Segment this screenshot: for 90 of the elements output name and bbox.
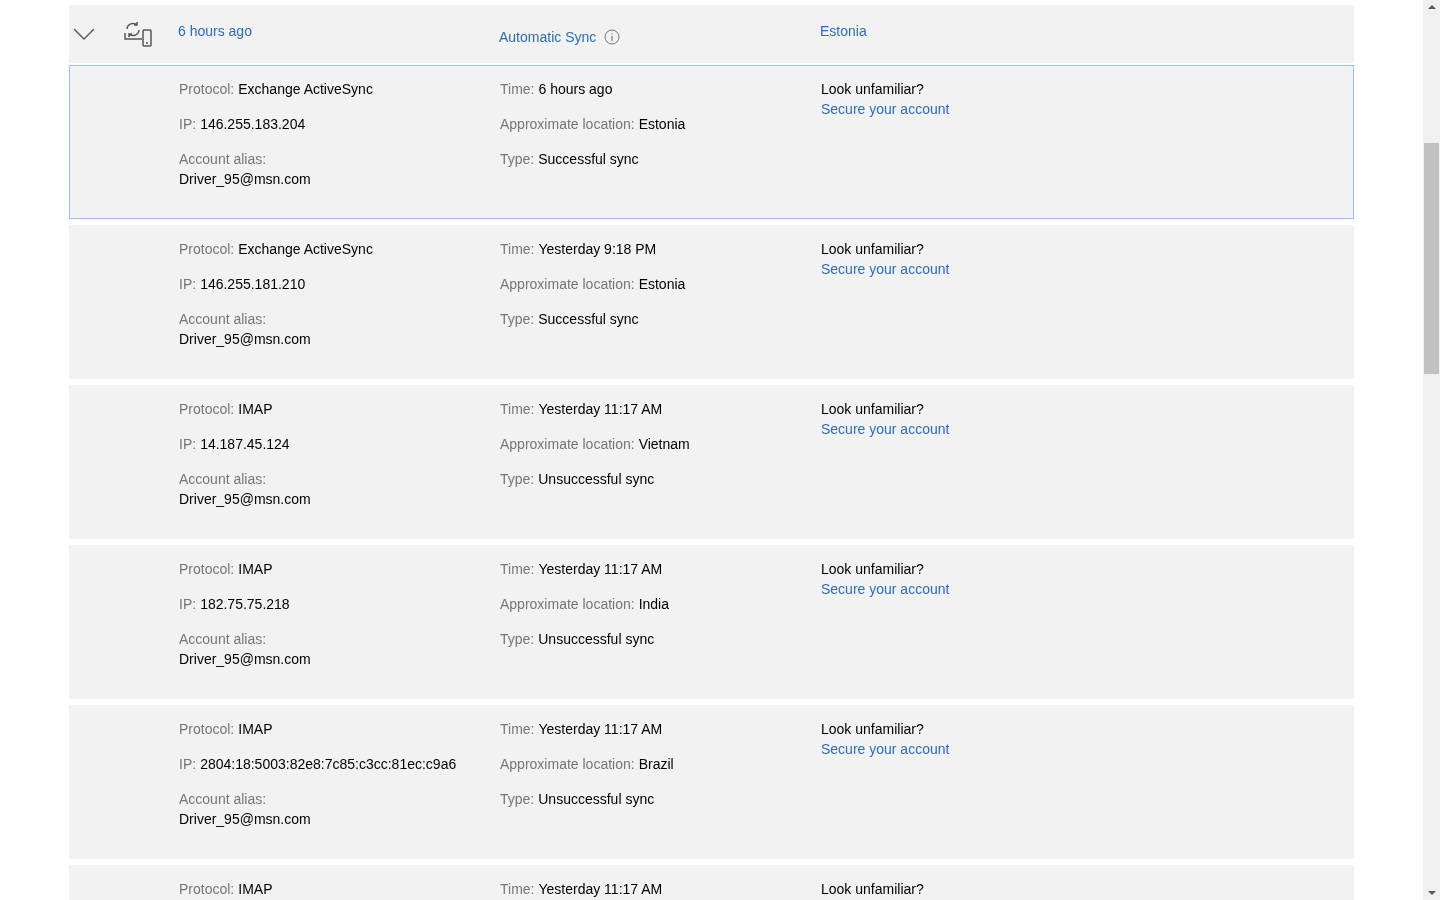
chevron-icon[interactable]	[73, 28, 95, 40]
scrollbar[interactable]	[1423, 0, 1440, 900]
field-value: 182.75.75.218	[200, 595, 290, 614]
field-label: IP:	[179, 755, 197, 774]
field-label: IP:	[179, 115, 197, 134]
field-value: 6 hours ago	[538, 80, 613, 99]
sign-in-entry-card[interactable]: Protocol: IMAP IP: 14.187.45.124 Account alias: Driver_95@msn.com Time: Yesterday 11:17 AM Approximate location: Vietnam Type: Unsuccessful sync Look unfamiliar? Secure your account	[69, 385, 1354, 539]
field-label: Protocol:	[179, 80, 235, 99]
field-label: Approximate location:	[500, 595, 635, 614]
field-value: Brazil	[638, 755, 674, 774]
field-label: Account alias:	[179, 310, 267, 329]
field-value: Successful sync	[538, 150, 639, 169]
field-value: 146.255.183.204	[200, 115, 306, 134]
field-label: Protocol:	[179, 560, 235, 579]
field-label: Type:	[500, 310, 535, 329]
unfamiliar-prompt: Look unfamiliar?	[821, 560, 924, 579]
field-label: Approximate location:	[500, 755, 635, 774]
sign-in-entry-card[interactable]: Protocol: IMAP Time: Yesterday 11:17 AM Look unfamiliar?	[69, 865, 1354, 900]
sign-in-entry-card[interactable]: Protocol: Exchange ActiveSync IP: 146.255.183.204 Account alias: Driver_95@msn.com Time: 6 hours ago Approximate location: Estonia Type: Successful sync Look unfamiliar? Secure your account	[69, 65, 1354, 219]
unfamiliar-prompt: Look unfamiliar?	[821, 400, 924, 419]
scroll-up-icon[interactable]	[1427, 5, 1436, 9]
field-label: IP:	[179, 275, 197, 294]
field-label: Protocol:	[179, 240, 235, 259]
sign-in-entry-card[interactable]: Protocol: Exchange ActiveSync IP: 146.255.181.210 Account alias: Driver_95@msn.com Time: Yesterday 9:18 PM Approximate location: Estonia Type: Successful sync Look unfamiliar? Secure your account	[69, 225, 1354, 379]
activity-time[interactable]: 6 hours ago	[178, 20, 499, 42]
unfamiliar-prompt: Look unfamiliar?	[821, 80, 924, 99]
field-value: Driver_95@msn.com	[179, 810, 311, 829]
field-value: IMAP	[238, 560, 273, 579]
secure-account-link[interactable]: Secure your account	[821, 579, 950, 599]
scroll-down-icon[interactable]	[1427, 891, 1436, 895]
unfamiliar-prompt: Look unfamiliar?	[821, 720, 924, 739]
field-label: Time:	[500, 80, 535, 99]
field-label: Time:	[500, 720, 535, 739]
field-label: Account alias:	[179, 150, 267, 169]
field-label: Protocol:	[179, 400, 235, 419]
field-label: Type:	[500, 150, 535, 169]
field-value: Estonia	[638, 275, 686, 294]
field-label: Approximate location:	[500, 435, 635, 454]
field-value: IMAP	[238, 720, 273, 739]
field-label: Account alias:	[179, 470, 267, 489]
field-value: Yesterday 11:17 AM	[538, 400, 663, 419]
secure-account-link[interactable]: Secure your account	[821, 419, 950, 439]
secure-account-link[interactable]: Secure your account	[821, 99, 950, 119]
field-value: Driver_95@msn.com	[179, 650, 311, 669]
field-value: Vietnam	[638, 435, 690, 454]
field-value: Unsuccessful sync	[538, 790, 655, 809]
field-label: Type:	[500, 630, 535, 649]
field-label: Time:	[500, 240, 535, 259]
field-label: Protocol:	[179, 720, 235, 739]
field-value: Exchange ActiveSync	[238, 240, 373, 259]
field-label: Approximate location:	[500, 115, 635, 134]
field-label: Account alias:	[179, 630, 267, 649]
secure-account-link[interactable]: Secure your account	[821, 259, 950, 279]
field-value: Unsuccessful sync	[538, 470, 655, 489]
activity-type[interactable]: Automatic Sync	[499, 26, 597, 48]
field-value: Driver_95@msn.com	[179, 170, 311, 189]
field-value: Unsuccessful sync	[538, 630, 655, 649]
field-label: Type:	[500, 790, 535, 809]
field-value: 2804:18:5003:82e8:7c85:c3cc:81ec:c9a6	[200, 755, 457, 774]
field-value: Yesterday 11:17 AM	[538, 560, 663, 579]
field-label: Time:	[500, 560, 535, 579]
field-value: Estonia	[638, 115, 686, 134]
field-value: Successful sync	[538, 310, 639, 329]
activity-location[interactable]: Estonia	[820, 20, 1354, 42]
field-label: Type:	[500, 470, 535, 489]
field-value: Driver_95@msn.com	[179, 490, 311, 509]
unfamiliar-prompt: Look unfamiliar?	[821, 880, 924, 899]
field-value: Yesterday 9:18 PM	[538, 240, 657, 259]
field-label: Time:	[500, 880, 535, 899]
field-value: India	[638, 595, 669, 614]
info-icon[interactable]	[604, 29, 621, 45]
field-label: Time:	[500, 400, 535, 419]
field-value: 146.255.181.210	[200, 275, 306, 294]
field-label: Approximate location:	[500, 275, 635, 294]
field-label: IP:	[179, 435, 197, 454]
field-value: 14.187.45.124	[200, 435, 290, 454]
scrollbar-thumb[interactable]	[1424, 143, 1439, 374]
secure-account-link[interactable]: Secure your account	[821, 739, 950, 759]
field-label: Protocol:	[179, 880, 235, 899]
field-value: Yesterday 11:17 AM	[538, 720, 663, 739]
unfamiliar-prompt: Look unfamiliar?	[821, 240, 924, 259]
field-value: Yesterday 11:17 AM	[538, 880, 663, 899]
field-label: IP:	[179, 595, 197, 614]
sign-in-entry-card[interactable]: Protocol: IMAP IP: 182.75.75.218 Account alias: Driver_95@msn.com Time: Yesterday 11:17 AM Approximate location: India Type: Unsuccessful sync Look unfamiliar? Secure your account	[69, 545, 1354, 699]
field-value: Driver_95@msn.com	[179, 330, 311, 349]
field-value: IMAP	[238, 880, 273, 899]
field-value: Exchange ActiveSync	[238, 80, 373, 99]
activity-header-row[interactable]: 6 hours ago Automatic Sync Estonia	[69, 5, 1354, 63]
field-value: IMAP	[238, 400, 273, 419]
field-label: Account alias:	[179, 790, 267, 809]
